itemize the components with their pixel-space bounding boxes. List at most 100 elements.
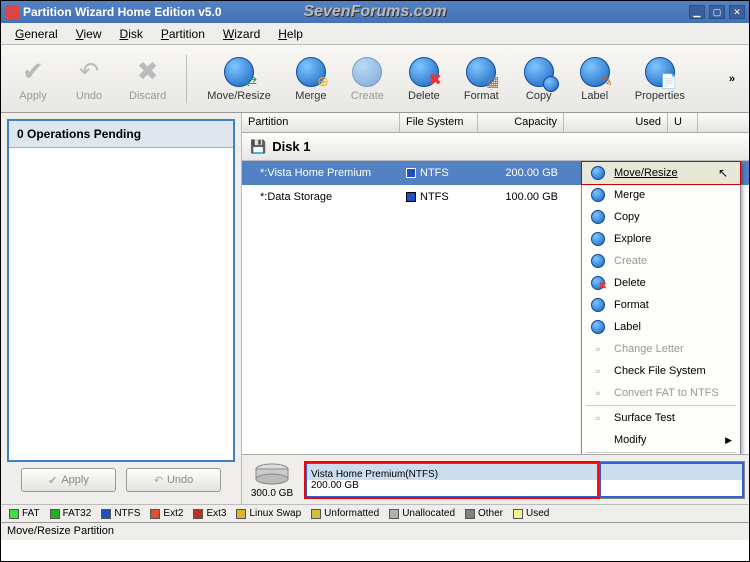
- ctx-icon: [590, 231, 606, 247]
- minimize-button[interactable]: ▁: [689, 5, 705, 19]
- column-used[interactable]: Used: [564, 113, 668, 132]
- disk-bar-icon: 300.0 GB: [246, 461, 298, 499]
- disk-size: 300.0 GB: [246, 488, 298, 499]
- ctx-change-letter: ▫Change Letter: [582, 338, 740, 360]
- ctx-modify[interactable]: Modify▶: [582, 429, 740, 451]
- window-title: Partition Wizard Home Edition v5.0: [23, 5, 222, 19]
- merge-icon: ⊕: [295, 56, 327, 88]
- discard-icon: ✖: [132, 56, 164, 88]
- menu-general[interactable]: General: [7, 25, 66, 43]
- ctx-icon: [590, 187, 606, 203]
- toolbar: ✔Apply↶Undo✖Discard ⇄Move/Resize⊕MergeCre…: [1, 45, 749, 113]
- right-panel: PartitionFile SystemCapacityUsedU 💾 Disk…: [241, 113, 749, 504]
- operations-list: [9, 148, 233, 460]
- partition-segment[interactable]: [599, 462, 744, 498]
- table-header: PartitionFile SystemCapacityUsedU: [242, 113, 749, 133]
- menu-partition[interactable]: Partition: [153, 25, 213, 43]
- titlebar: Partition Wizard Home Edition v5.0 Seven…: [1, 1, 749, 23]
- toolbar-overflow[interactable]: »: [723, 73, 741, 85]
- label-button[interactable]: ✎Label: [571, 54, 619, 104]
- ctx-icon: [590, 253, 606, 269]
- properties-icon: 📄: [644, 56, 676, 88]
- moveresize-icon: ⇄: [223, 56, 255, 88]
- legend-ntfs: NTFS: [101, 508, 140, 519]
- ctx-icon: [590, 209, 606, 225]
- ctx-move-resize[interactable]: Move/Resize↖: [582, 162, 740, 184]
- menu-view[interactable]: View: [68, 25, 110, 43]
- disk-name: Disk 1: [272, 139, 310, 154]
- ctx-icon: [590, 297, 606, 313]
- menu-help[interactable]: Help: [270, 25, 311, 43]
- ctx-merge[interactable]: Merge: [582, 184, 740, 206]
- ctx-icon: [590, 319, 606, 335]
- ctx-convert-fat-to-ntfs: ▫Convert FAT to NTFS: [582, 382, 740, 404]
- create-icon: [351, 56, 383, 88]
- partition-segment[interactable]: Vista Home Premium(NTFS)200.00 GB: [305, 462, 599, 498]
- label-icon: ✎: [579, 56, 611, 88]
- undo-icon: ↶: [73, 56, 105, 88]
- properties-button[interactable]: 📄Properties: [627, 54, 693, 104]
- ctx-copy[interactable]: Copy: [582, 206, 740, 228]
- ctx-format[interactable]: Format: [582, 294, 740, 316]
- create-button[interactable]: Create: [343, 54, 392, 104]
- format-icon: ▦: [465, 56, 497, 88]
- disk-icon: 💾: [250, 139, 266, 155]
- legend-used: Used: [513, 508, 549, 519]
- apply-icon: ✔: [17, 56, 49, 88]
- column-capacity[interactable]: Capacity: [478, 113, 564, 132]
- menu-disk[interactable]: Disk: [112, 25, 151, 43]
- legend-ext2: Ext2: [150, 508, 183, 519]
- delete-icon: ✖: [408, 56, 440, 88]
- format-button[interactable]: ▦Format: [456, 54, 507, 104]
- ctx-surface-test[interactable]: ▫Surface Test: [582, 407, 740, 429]
- delete-button[interactable]: ✖Delete: [400, 54, 448, 104]
- ctx-icon: ▫: [590, 341, 606, 357]
- copy-icon: [523, 56, 555, 88]
- ctx-icon: [590, 432, 606, 448]
- legend-fat32: FAT32: [50, 508, 92, 519]
- undo-button[interactable]: ↶Undo: [126, 468, 221, 492]
- ctx-icon: ▫: [590, 385, 606, 401]
- partition-bar[interactable]: Vista Home Premium(NTFS)200.00 GB: [304, 461, 745, 499]
- close-button[interactable]: ✕: [729, 5, 745, 19]
- legend: FAT FAT32 NTFS Ext2 Ext3 Linux Swap Unformatte…: [1, 504, 749, 522]
- discard-button[interactable]: ✖Discard: [121, 54, 174, 104]
- ctx-icon: [590, 165, 606, 181]
- ctx-label[interactable]: Label: [582, 316, 740, 338]
- column-partition[interactable]: Partition: [242, 113, 400, 132]
- legend-unallocated: Unallocated: [389, 508, 455, 519]
- menubar: GeneralViewDiskPartitionWizardHelp: [1, 23, 749, 45]
- left-panel: 0 Operations Pending ✔Apply ↶Undo: [1, 113, 241, 504]
- legend-other: Other: [465, 508, 503, 519]
- ctx-create: Create: [582, 250, 740, 272]
- apply-button[interactable]: ✔Apply: [9, 54, 57, 104]
- copy-button[interactable]: Copy: [515, 54, 563, 104]
- disk-bar: 300.0 GB Vista Home Premium(NTFS)200.00 …: [242, 454, 749, 504]
- legend-linux-swap: Linux Swap: [236, 508, 301, 519]
- column-file-system[interactable]: File System: [400, 113, 478, 132]
- partition-table: *:Vista Home PremiumNTFS200.00 GB*:Data …: [242, 161, 749, 454]
- ctx-explore[interactable]: Explore: [582, 228, 740, 250]
- ctx-delete[interactable]: ✖Delete: [582, 272, 740, 294]
- column-u[interactable]: U: [668, 113, 698, 132]
- legend-unformatted: Unformatted: [311, 508, 379, 519]
- maximize-button[interactable]: ▢: [709, 5, 725, 19]
- legend-fat: FAT: [9, 508, 40, 519]
- ctx-icon: ▫: [590, 363, 606, 379]
- operations-panel: 0 Operations Pending: [7, 119, 235, 462]
- watermark: SevenForums.com: [303, 3, 446, 21]
- ctx-check-file-system[interactable]: ▫Check File System: [582, 360, 740, 382]
- disk-header-row[interactable]: 💾 Disk 1: [242, 133, 749, 161]
- apply-button[interactable]: ✔Apply: [21, 468, 116, 492]
- ctx-icon: ✖: [590, 275, 606, 291]
- moveresize-button[interactable]: ⇄Move/Resize: [199, 54, 279, 104]
- app-icon: [5, 5, 19, 19]
- menu-wizard[interactable]: Wizard: [215, 25, 268, 43]
- ctx-icon: ▫: [590, 410, 606, 426]
- operations-header: 0 Operations Pending: [9, 121, 233, 148]
- undo-button[interactable]: ↶Undo: [65, 54, 113, 104]
- merge-button[interactable]: ⊕Merge: [287, 54, 335, 104]
- context-menu: Move/Resize↖MergeCopyExploreCreate✖Delet…: [581, 161, 741, 454]
- legend-ext3: Ext3: [193, 508, 226, 519]
- status-bar: Move/Resize Partition: [1, 522, 749, 540]
